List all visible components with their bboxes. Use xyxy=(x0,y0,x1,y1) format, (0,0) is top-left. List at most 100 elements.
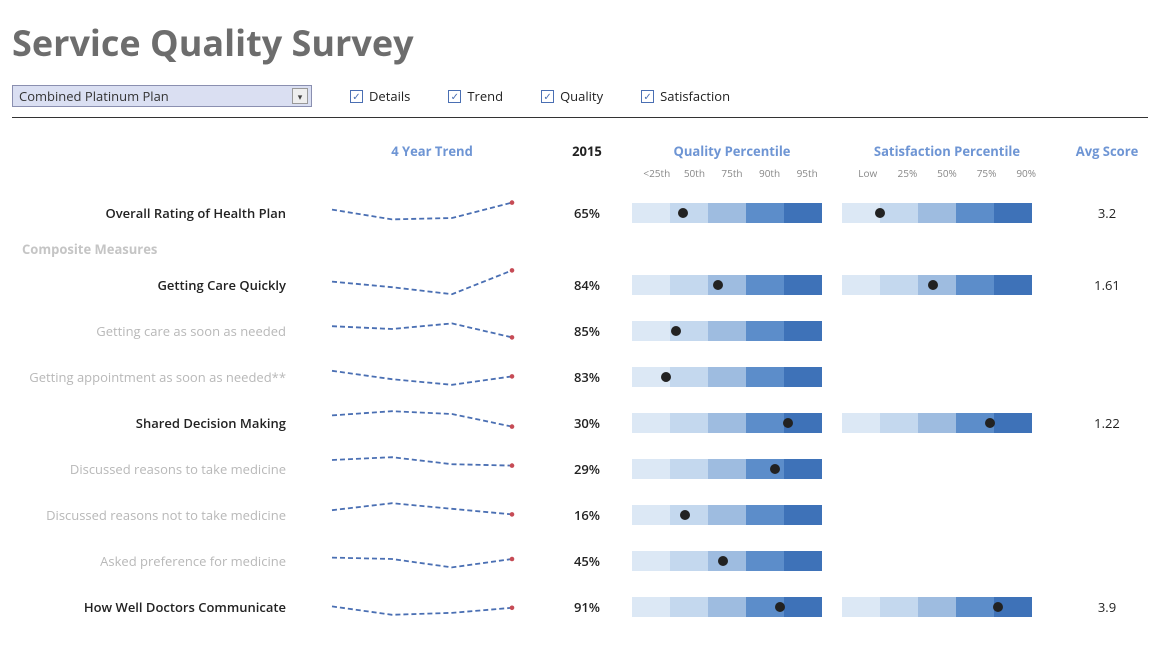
table-row: Getting Care Quickly 84% 1.61 xyxy=(12,262,1148,308)
checkmark-icon: ✓ xyxy=(448,90,461,103)
checkmark-icon: ✓ xyxy=(641,90,654,103)
checkbox-label: Trend xyxy=(467,87,503,105)
tick-label: 50% xyxy=(927,166,967,180)
bullet-chart xyxy=(632,200,822,226)
satisfaction-cell xyxy=(842,410,1052,436)
quality-cell xyxy=(632,200,832,226)
bullet-chart xyxy=(632,272,822,298)
table-row: Asked preference for medicine 45% xyxy=(12,538,1148,584)
sparkline xyxy=(322,311,542,351)
sparkline xyxy=(322,541,542,581)
header-satisfaction: Satisfaction Percentile xyxy=(842,142,1052,160)
chevron-down-icon[interactable]: ▾ xyxy=(292,88,308,104)
bullet-chart xyxy=(842,272,1032,298)
row-label: Overall Rating of Health Plan xyxy=(12,204,312,222)
row-avg: 3.9 xyxy=(1062,598,1152,616)
tick-label: Low xyxy=(848,166,888,180)
row-label: Asked preference for medicine xyxy=(12,552,312,570)
quality-cell xyxy=(632,456,832,482)
tick-label: 90th xyxy=(751,166,789,180)
sparkline xyxy=(322,193,542,233)
quality-cell xyxy=(632,594,832,620)
row-percent: 83% xyxy=(552,368,622,386)
table-row: Getting care as soon as needed 85% xyxy=(12,308,1148,354)
bullet-chart xyxy=(632,594,822,620)
quality-cell xyxy=(632,548,832,574)
row-percent: 29% xyxy=(552,460,622,478)
checkbox-trend[interactable]: ✓ Trend xyxy=(448,87,503,105)
row-label: Getting care as soon as needed xyxy=(12,322,312,340)
quality-cell xyxy=(632,410,832,436)
checkbox-details[interactable]: ✓ Details xyxy=(350,87,410,105)
row-percent: 45% xyxy=(552,552,622,570)
checkbox-label: Details xyxy=(369,87,410,105)
quality-cell xyxy=(632,318,832,344)
checkbox-label: Satisfaction xyxy=(660,87,730,105)
header-year: 2015 xyxy=(552,142,622,160)
page-title: Service Quality Survey xyxy=(12,18,1148,67)
row-percent: 65% xyxy=(552,204,622,222)
row-avg: 1.22 xyxy=(1062,414,1152,432)
row-percent: 30% xyxy=(552,414,622,432)
quality-cell xyxy=(632,272,832,298)
satisfaction-ticks: Low 25% 50% 75% 90% xyxy=(842,166,1052,180)
bullet-chart xyxy=(632,548,822,574)
sparkline xyxy=(322,449,542,489)
header-quality: Quality Percentile xyxy=(632,142,832,160)
header-trend: 4 Year Trend xyxy=(322,142,542,160)
satisfaction-cell xyxy=(842,200,1052,226)
bullet-chart xyxy=(842,594,1032,620)
divider xyxy=(12,117,1148,118)
sparkline xyxy=(322,587,542,627)
bullet-chart xyxy=(632,410,822,436)
column-headers: 4 Year Trend 2015 Quality Percentile Sat… xyxy=(12,142,1148,160)
bullet-chart xyxy=(632,456,822,482)
sparkline xyxy=(322,357,542,397)
bullet-chart xyxy=(632,502,822,528)
tick-label: <25th xyxy=(638,166,676,180)
row-percent: 84% xyxy=(552,276,622,294)
data-rows: Overall Rating of Health Plan 65% 3.2 Com… xyxy=(12,190,1148,630)
bullet-chart xyxy=(842,410,1032,436)
tick-label: 25% xyxy=(888,166,928,180)
header-avg: Avg Score xyxy=(1062,142,1152,160)
checkmark-icon: ✓ xyxy=(541,90,554,103)
row-avg: 3.2 xyxy=(1062,204,1152,222)
plan-select-value: Combined Platinum Plan xyxy=(19,87,169,105)
table-row: Getting appointment as soon as needed** … xyxy=(12,354,1148,400)
checkbox-label: Quality xyxy=(560,87,603,105)
quality-cell xyxy=(632,502,832,528)
row-avg: 1.61 xyxy=(1062,276,1152,294)
row-percent: 85% xyxy=(552,322,622,340)
quality-ticks: <25th 50th 75th 90th 95th xyxy=(632,166,832,180)
row-label: Getting appointment as soon as needed** xyxy=(12,368,312,386)
plan-select[interactable]: Combined Platinum Plan ▾ xyxy=(12,85,312,107)
tick-label: 95th xyxy=(788,166,826,180)
row-label: Shared Decision Making xyxy=(12,414,312,432)
row-percent: 91% xyxy=(552,598,622,616)
table-row: How Well Doctors Communicate 91% 3.9 xyxy=(12,584,1148,630)
tick-label: 75th xyxy=(713,166,751,180)
bullet-chart xyxy=(632,318,822,344)
bullet-chart xyxy=(632,364,822,390)
table-row: Discussed reasons not to take medicine 1… xyxy=(12,492,1148,538)
tick-label: 75% xyxy=(967,166,1007,180)
row-label: Discussed reasons to take medicine xyxy=(12,460,312,478)
sparkline xyxy=(322,265,542,305)
controls-bar: Combined Platinum Plan ▾ ✓ Details ✓ Tre… xyxy=(12,85,1148,107)
tick-label: 50th xyxy=(676,166,714,180)
checkbox-quality[interactable]: ✓ Quality xyxy=(541,87,603,105)
row-label: Getting Care Quickly xyxy=(12,276,312,294)
row-percent: 16% xyxy=(552,506,622,524)
checkbox-satisfaction[interactable]: ✓ Satisfaction xyxy=(641,87,730,105)
sparkline xyxy=(322,403,542,443)
section-label: Composite Measures xyxy=(12,240,312,258)
checkmark-icon: ✓ xyxy=(350,90,363,103)
row-label: Discussed reasons not to take medicine xyxy=(12,506,312,524)
bullet-chart xyxy=(842,200,1032,226)
table-row: Overall Rating of Health Plan 65% 3.2 xyxy=(12,190,1148,236)
table-row: Shared Decision Making 30% 1.22 xyxy=(12,400,1148,446)
sparkline xyxy=(322,495,542,535)
tick-label: 90% xyxy=(1006,166,1046,180)
satisfaction-cell xyxy=(842,594,1052,620)
